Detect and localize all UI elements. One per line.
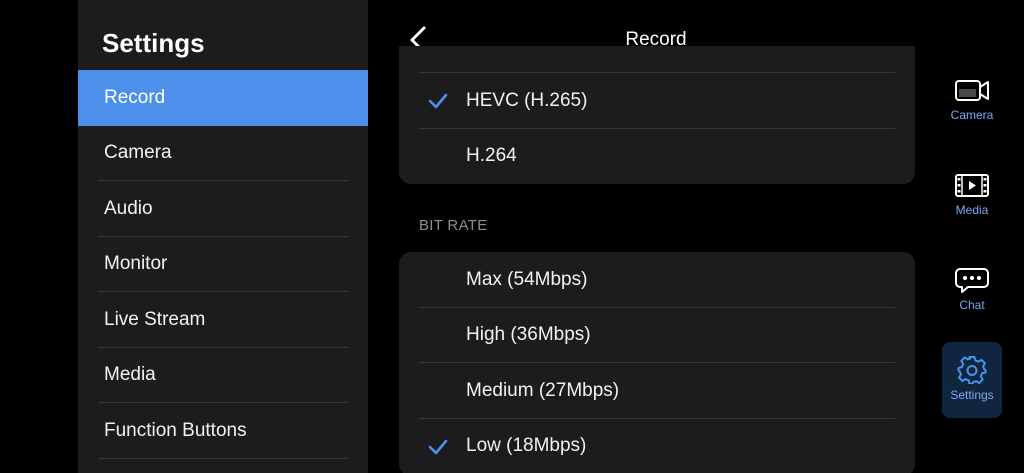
bitrate-option-max[interactable]: Max (54Mbps) <box>399 252 915 308</box>
camera-icon <box>955 80 989 101</box>
bitrate-option-high[interactable]: High (36Mbps) <box>399 308 915 363</box>
film-icon <box>955 174 989 197</box>
gear-icon <box>957 356 987 384</box>
menu-item-record[interactable]: Record <box>78 70 368 126</box>
menu-item-monitor[interactable]: Monitor <box>78 237 368 293</box>
chat-icon <box>955 268 989 293</box>
nav-label: Camera <box>950 108 994 122</box>
option-label: Low (18Mbps) <box>466 435 587 457</box>
bitrate-option-low[interactable]: Low (18Mbps) <box>399 419 915 473</box>
codec-option-hevc[interactable]: HEVC (H.265) <box>399 73 915 129</box>
section-label-bit-rate: BIT RATE <box>419 217 488 234</box>
option-label: Medium (27Mbps) <box>466 379 620 401</box>
bitrate-option-medium[interactable]: Medium (27Mbps) <box>399 363 915 419</box>
menu-item-live-stream[interactable]: Live Stream <box>78 292 368 348</box>
settings-menu: Record Camera Audio Monitor Live Stream … <box>78 70 368 459</box>
settings-title: Settings <box>102 28 205 58</box>
codec-option-h264[interactable]: H.264 <box>399 129 915 185</box>
nav-item-chat[interactable]: Chat <box>942 258 1002 332</box>
nav-item-media[interactable]: Media <box>942 163 1002 237</box>
option-label: H.264 <box>466 145 517 167</box>
menu-item-camera[interactable]: Camera <box>78 126 368 182</box>
record-content: Record HEVC (H.265) H.264 BIT RATE Max (… <box>368 0 938 473</box>
option-label: Max (54Mbps) <box>466 268 588 290</box>
menu-item-function-buttons[interactable]: Function Buttons <box>78 403 368 459</box>
nav-item-camera[interactable]: Camera <box>942 68 1002 142</box>
checkmark-icon <box>428 439 448 454</box>
nav-label: Media <box>955 203 989 217</box>
checkmark-icon <box>428 93 448 109</box>
nav-label: Settings <box>950 388 994 402</box>
nav-label: Chat <box>959 298 985 312</box>
nav-item-settings[interactable]: Settings <box>942 342 1002 418</box>
menu-item-media[interactable]: Media <box>78 348 368 404</box>
menu-item-audio[interactable]: Audio <box>78 181 368 237</box>
option-label: High (36Mbps) <box>466 324 591 346</box>
option-label: HEVC (H.265) <box>466 89 588 111</box>
bitrate-card: Max (54Mbps) High (36Mbps) Medium (27Mbp… <box>399 252 915 473</box>
settings-panel: Settings Record Camera Audio Monitor Liv… <box>78 0 368 473</box>
codec-card: HEVC (H.265) H.264 <box>399 46 915 184</box>
right-nav: Camera Media Chat Settings <box>938 0 1024 473</box>
